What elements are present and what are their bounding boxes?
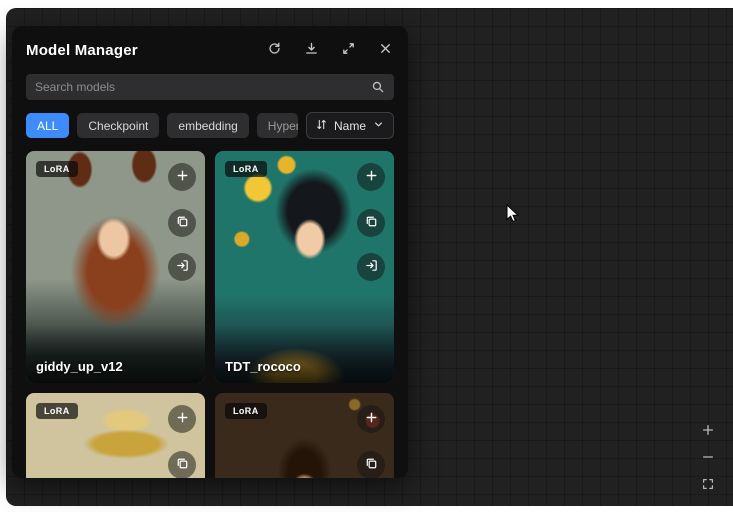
copy-icon [364,456,379,474]
load-model-button[interactable] [357,253,385,281]
search-input[interactable] [35,80,365,94]
canvas-zoom-controls [699,422,717,494]
load-model-button[interactable] [168,253,196,281]
fit-view-icon [701,477,715,494]
copy-icon [364,214,379,232]
copy-model-button[interactable] [168,451,196,478]
model-card[interactable]: LoRA [26,151,205,383]
zoom-in-icon [701,423,715,440]
sort-label: Name [334,119,366,133]
expand-icon [341,41,356,59]
copy-icon [175,214,190,232]
close-button[interactable] [376,41,394,59]
plus-icon [175,410,190,428]
model-card-grid: LoRA [26,151,394,478]
refresh-icon [267,41,282,59]
model-type-badge: LoRA [225,161,267,177]
model-type-badge: LoRA [225,403,267,419]
filter-all[interactable]: ALL [26,113,69,138]
model-name: TDT_rococo [225,359,301,374]
node-editor-canvas[interactable]: Model Manager [6,8,733,506]
search-icon [371,80,385,94]
search-bar [26,74,394,100]
refresh-button[interactable] [265,41,283,59]
chevron-down-icon [372,118,385,134]
copy-model-button[interactable] [168,209,196,237]
copy-model-button[interactable] [357,451,385,478]
add-model-button[interactable] [357,405,385,433]
model-name: giddy_up_v12 [36,359,123,374]
panel-toolbar [265,41,394,59]
model-card[interactable]: LoRA [215,393,394,478]
close-icon [378,41,393,59]
panel-header: Model Manager [26,38,394,62]
plus-icon [364,168,379,186]
add-model-button[interactable] [168,405,196,433]
filter-hypernetwork[interactable]: Hyper [257,113,298,138]
panel-title: Model Manager [26,42,265,59]
model-type-badge: LoRA [36,161,78,177]
mouse-cursor [506,204,520,229]
plus-icon [175,168,190,186]
card-shade [26,325,205,383]
model-card[interactable]: LoRA [26,393,205,478]
add-model-button[interactable] [168,163,196,191]
download-button[interactable] [302,41,320,59]
filter-embedding[interactable]: embedding [167,113,248,138]
expand-button[interactable] [339,41,357,59]
card-shade [215,325,394,383]
add-model-button[interactable] [357,163,385,191]
download-icon [304,41,319,59]
filter-checkpoint[interactable]: Checkpoint [77,113,159,138]
sort-dropdown[interactable]: Name [306,112,394,139]
import-icon [364,258,379,276]
filter-row: ALL Checkpoint embedding Hyper Name [26,112,394,139]
model-type-badge: LoRA [36,403,78,419]
model-card[interactable]: LoRA [215,151,394,383]
model-manager-panel: Model Manager [12,26,408,478]
copy-icon [175,456,190,474]
copy-model-button[interactable] [357,209,385,237]
zoom-in-button[interactable] [699,422,717,440]
zoom-out-icon [701,450,715,467]
import-icon [175,258,190,276]
fit-view-button[interactable] [699,476,717,494]
sort-arrows-icon [315,118,328,134]
plus-icon [364,410,379,428]
zoom-out-button[interactable] [699,449,717,467]
